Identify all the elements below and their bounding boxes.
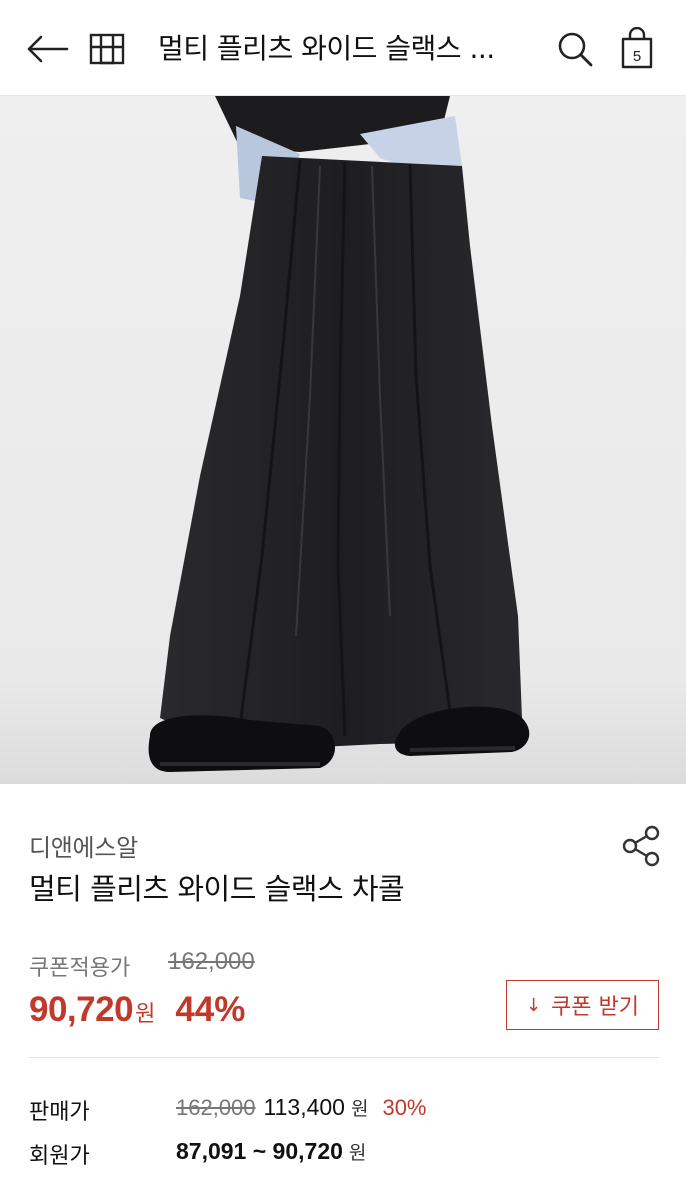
share-button[interactable] xyxy=(618,822,666,870)
share-icon xyxy=(622,825,660,867)
product-name: 멀티 플리츠 와이드 슬랙스 차콜 xyxy=(29,872,405,906)
coupon-price-label: 쿠폰적용가 xyxy=(29,956,131,981)
download-arrow-icon: ↓ xyxy=(525,994,542,1016)
member-price-range: 87,091 ~ 90,720 xyxy=(176,1138,343,1164)
member-price-row: 87,091 ~ 90,720 원 xyxy=(176,1138,366,1165)
back-button[interactable] xyxy=(22,24,72,74)
shopping-bag-icon: 5 xyxy=(621,27,653,69)
home-icon xyxy=(89,33,125,65)
back-arrow-icon xyxy=(27,35,69,63)
search-button[interactable] xyxy=(550,24,600,74)
page-title: 멀티 플리츠 와이드 슬랙스 ... xyxy=(158,32,495,65)
member-price-label: 회원가 xyxy=(29,1144,90,1169)
discount-rate: 44% xyxy=(175,990,246,1029)
coupon-price: 90,720 xyxy=(29,990,134,1029)
search-icon xyxy=(558,32,593,67)
product-image[interactable] xyxy=(0,96,686,784)
coupon-price-row: 90,720 원 44% xyxy=(29,990,245,1030)
home-button[interactable] xyxy=(82,24,132,74)
download-coupon-button[interactable]: ↓ 쿠폰 받기 xyxy=(506,980,659,1030)
sale-price-unit: 원 xyxy=(350,1098,369,1120)
currency-unit: 원 xyxy=(135,1002,156,1027)
sale-price-label: 판매가 xyxy=(29,1100,90,1125)
sale-price: 113,400 xyxy=(263,1094,345,1120)
member-price-unit: 원 xyxy=(348,1142,367,1164)
sale-price-row: 162,000 113,400 원 30% xyxy=(176,1094,427,1121)
brand-name[interactable]: 디앤에스알 xyxy=(29,828,138,863)
top-bar: 멀티 플리츠 와이드 슬랙스 ... 5 xyxy=(0,0,686,96)
cart-count: 5 xyxy=(633,48,641,65)
cart-button[interactable]: 5 xyxy=(612,24,662,74)
original-price: 162,000 xyxy=(168,948,255,975)
sale-discount: 30% xyxy=(382,1095,427,1120)
divider xyxy=(29,1057,659,1058)
sale-original-price: 162,000 xyxy=(176,1095,256,1120)
coupon-button-label: 쿠폰 받기 xyxy=(551,995,640,1020)
